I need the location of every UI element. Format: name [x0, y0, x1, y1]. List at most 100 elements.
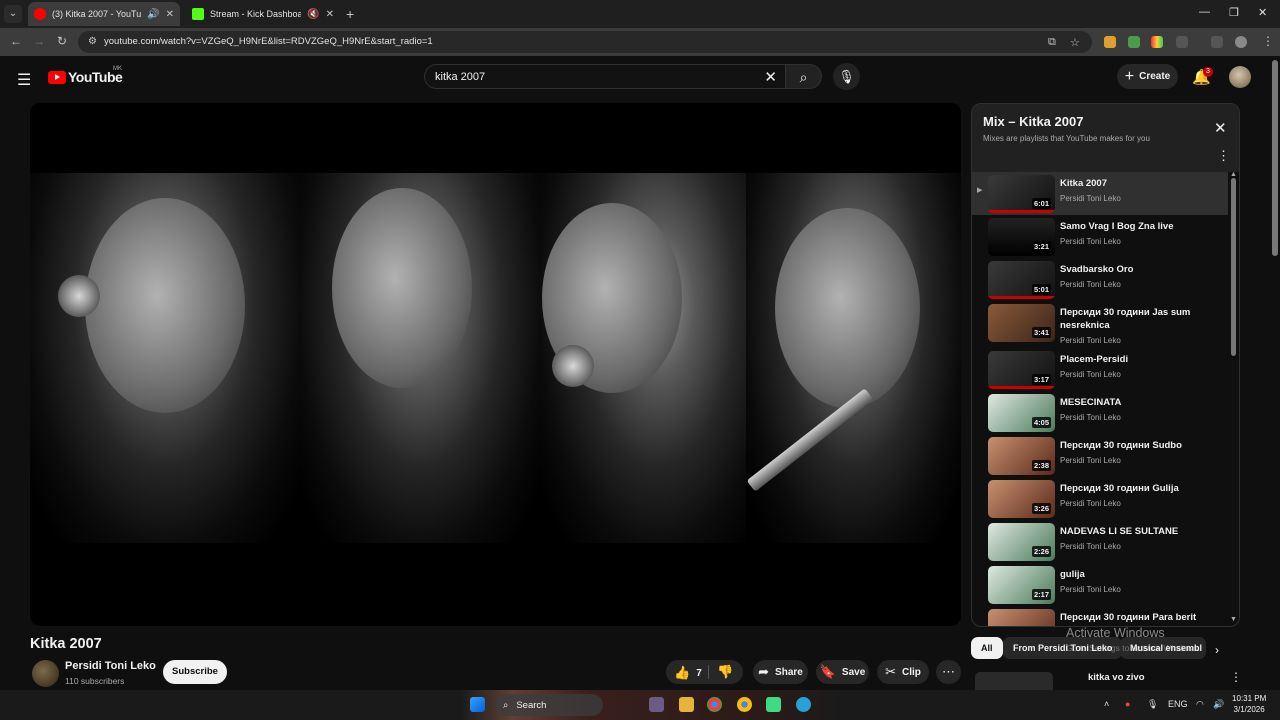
save-button[interactable]: 🔖 Save: [816, 660, 869, 684]
network-app-icon[interactable]: [796, 697, 811, 712]
tray-app-icon[interactable]: ●: [1125, 699, 1130, 709]
playlist-item[interactable]: 5:01 Svadbarsko Oro Persidi Toni Leko: [972, 258, 1228, 301]
hamburger-menu-icon[interactable]: ☰: [17, 70, 31, 90]
reading-list-icon[interactable]: [1211, 36, 1223, 48]
language-indicator[interactable]: ENG: [1168, 699, 1188, 709]
volume-icon[interactable]: 🔊: [1213, 699, 1224, 710]
scissors-icon: ✂: [885, 664, 896, 679]
playlist-menu-icon[interactable]: ⋮: [1217, 148, 1230, 164]
item-channel: Persidi Toni Leko: [1060, 499, 1121, 508]
subscribe-button[interactable]: Subscribe: [163, 660, 227, 684]
more-actions-button[interactable]: ⋯: [936, 660, 961, 684]
like-divider: [708, 665, 709, 679]
video-frame-face-2: [332, 188, 472, 388]
tab-kick[interactable]: Stream - Kick Dashboard 🔇 ✕: [186, 2, 340, 26]
youtube-play-icon: [48, 70, 66, 84]
search-button[interactable]: ⌕: [786, 64, 822, 89]
clear-search-icon[interactable]: ✕: [764, 68, 777, 86]
tab-search-button[interactable]: ⌄: [4, 5, 22, 23]
taskbar-search[interactable]: ⌕ Search: [495, 694, 603, 716]
file-explorer-icon[interactable]: [679, 697, 694, 712]
item-title: Персиди 30 години Gulija: [1060, 483, 1179, 494]
tab-title: Stream - Kick Dashboard: [210, 9, 302, 19]
playlist-item[interactable]: 3:26 Персиди 30 години Gulija Persidi To…: [972, 477, 1228, 520]
extensions-puzzle-icon[interactable]: [1176, 36, 1188, 48]
chrome-profile-icon[interactable]: [737, 697, 752, 712]
tray-overflow-icon[interactable]: ˄: [1104, 699, 1109, 709]
clip-button[interactable]: ✂ Clip: [877, 660, 929, 684]
tray-mic-icon[interactable]: 🎙: [1147, 699, 1158, 710]
forward-arrow-icon[interactable]: →: [33, 34, 45, 48]
taskbar-clock[interactable]: 10:31 PM 3/1/2026: [1232, 693, 1266, 715]
close-window-button[interactable]: ✕: [1258, 6, 1267, 19]
video-menu-icon[interactable]: ⋮: [1230, 670, 1242, 684]
browser-tab-strip: ⌄ (3) Kitka 2007 - YouTube 🔊 ✕ Stream - …: [0, 0, 1280, 28]
site-info-icon[interactable]: ⚙: [88, 36, 97, 47]
chevron-right-icon[interactable]: ›: [1215, 643, 1219, 657]
close-playlist-icon[interactable]: ✕: [1214, 119, 1227, 137]
scroll-up-arrow-icon[interactable]: ▲: [1230, 171, 1237, 178]
address-bar[interactable]: ⚙ youtube.com/watch?v=VZGeQ_H9NrE&list=R…: [78, 31, 1092, 53]
like-button[interactable]: 👍 7: [674, 665, 702, 681]
channel-avatar[interactable]: [32, 660, 59, 687]
back-arrow-icon[interactable]: ←: [10, 34, 22, 48]
playlist-item[interactable]: 3:17 Placem-Persidi Persidi Toni Leko: [972, 348, 1228, 391]
extension-3-icon[interactable]: [1151, 36, 1163, 48]
search-input[interactable]: kitka 2007 ✕: [424, 64, 786, 89]
windows-start-icon[interactable]: [470, 697, 485, 712]
minimize-button[interactable]: —: [1199, 6, 1210, 18]
duration: 4:05: [1031, 417, 1051, 428]
chip-all[interactable]: All: [971, 637, 1003, 659]
youtube-favicon-icon: [34, 8, 46, 20]
restore-button[interactable]: ❐: [1229, 6, 1239, 19]
profile-icon[interactable]: [1235, 36, 1247, 48]
duration: 3:21: [1031, 241, 1051, 252]
close-tab-icon[interactable]: ✕: [326, 9, 334, 20]
close-tab-icon[interactable]: ✕: [166, 9, 174, 20]
channel-name[interactable]: Persidi Toni Leko: [65, 660, 156, 672]
bookmark-star-icon[interactable]: ☆: [1070, 36, 1080, 49]
save-bookmark-icon: 🔖: [819, 664, 836, 679]
wifi-icon[interactable]: ◠: [1196, 699, 1204, 710]
playlist-item[interactable]: 3:41 Персиди 30 години Jas sum nesreknic…: [972, 301, 1228, 345]
voice-search-button[interactable]: 🎙: [833, 63, 860, 90]
create-button[interactable]: + Create: [1117, 64, 1178, 89]
browser-menu-icon[interactable]: ⋮: [1262, 34, 1274, 48]
reload-icon[interactable]: ↻: [57, 34, 67, 48]
playlist-item[interactable]: 2:17 gulija Persidi Toni Leko: [972, 563, 1228, 606]
item-channel: Persidi Toni Leko: [1060, 413, 1121, 422]
item-title: Svadbarsko Oro: [1060, 264, 1134, 275]
playlist-item[interactable]: 2:26 NADEVAS LI SE SULTANE Persidi Toni …: [972, 520, 1228, 563]
clock-date: 3/1/2026: [1233, 705, 1265, 714]
widgets-icon[interactable]: [649, 697, 664, 712]
playlist-item[interactable]: ▶ 6:01 Kitka 2007 Persidi Toni Leko: [972, 172, 1228, 215]
chrome-icon[interactable]: [707, 697, 722, 712]
playlist-item[interactable]: Персиди 30 години Para berit kiselec: [972, 606, 1228, 626]
install-app-icon[interactable]: ⧉: [1048, 36, 1056, 49]
new-tab-button[interactable]: +: [346, 6, 354, 22]
share-button[interactable]: ➦ Share: [753, 660, 808, 684]
recommended-video[interactable]: kitka vo zivo ⋮: [971, 668, 1242, 690]
extension-1-icon[interactable]: [1104, 36, 1116, 48]
tab-title: (3) Kitka 2007 - YouTube: [52, 9, 142, 19]
account-avatar[interactable]: [1229, 66, 1251, 88]
speaker-icon[interactable]: 🔊: [147, 9, 159, 20]
extension-2-icon[interactable]: [1128, 36, 1140, 48]
page-scrollbar[interactable]: [1272, 60, 1278, 256]
plus-icon: +: [1124, 67, 1135, 85]
playlist-item[interactable]: 3:21 Samo Vrag I Bog Zna live Persidi To…: [972, 215, 1228, 258]
dislike-button[interactable]: 👎: [717, 664, 733, 680]
youtube-logo[interactable]: YouTube: [48, 69, 123, 85]
app-icon[interactable]: [766, 697, 781, 712]
item-title: Персиди 30 години Para berit kiselec: [1060, 612, 1197, 626]
playlist-scrollbar[interactable]: [1231, 178, 1236, 356]
muted-speaker-icon[interactable]: 🔇: [307, 9, 319, 20]
scroll-down-arrow-icon[interactable]: ▼: [1230, 616, 1237, 623]
video-player[interactable]: [30, 103, 961, 626]
playlist-item[interactable]: 2:38 Персиди 30 години Sudbo Persidi Ton…: [972, 434, 1228, 477]
tab-youtube[interactable]: (3) Kitka 2007 - YouTube 🔊 ✕: [28, 2, 180, 26]
item-channel: Persidi Toni Leko: [1060, 194, 1121, 203]
playlist-item[interactable]: 4:05 MESECINATA Persidi Toni Leko: [972, 391, 1228, 434]
item-channel: Persidi Toni Leko: [1060, 370, 1121, 379]
item-channel: Persidi Toni Leko: [1060, 585, 1121, 594]
